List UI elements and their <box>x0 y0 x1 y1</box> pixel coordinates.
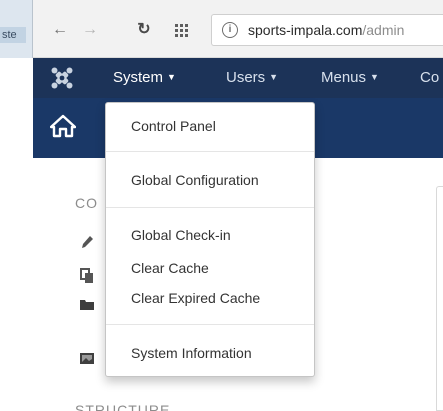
menu-divider <box>106 151 314 152</box>
url-domain: sports-impala.com <box>248 22 363 38</box>
folder-icon[interactable] <box>80 296 94 312</box>
menu-item-clear-expired-cache[interactable]: Clear Expired Cache <box>106 288 314 308</box>
address-bar[interactable]: i sports-impala.com /admin <box>211 14 443 46</box>
info-icon[interactable]: i <box>222 22 238 38</box>
menu-divider <box>106 324 314 325</box>
caret-down-icon: ▼ <box>269 72 279 82</box>
apps-grid-icon <box>174 23 188 37</box>
menu-users[interactable]: Users ▼ <box>226 58 278 98</box>
sidebar-heading-structure: STRUCTURE <box>75 402 171 411</box>
forward-button[interactable]: → <box>80 20 100 40</box>
reload-icon: ↻ <box>137 21 151 38</box>
admin-nav-bar: System ▼ Users ▼ Menus ▼ Co <box>33 58 443 98</box>
menu-divider <box>106 207 314 208</box>
menu-users-label: Users <box>226 69 266 86</box>
back-button[interactable]: ← <box>50 20 70 40</box>
content-panel <box>436 186 443 411</box>
url-path: /admin <box>362 22 405 38</box>
apps-button[interactable] <box>171 20 191 40</box>
menu-item-clear-cache[interactable]: Clear Cache <box>106 258 314 278</box>
sidebar-heading-content: CO <box>75 195 98 211</box>
copy-icon[interactable] <box>80 268 94 284</box>
menu-system-label: System <box>113 69 164 86</box>
menu-item-global-check-in[interactable]: Global Check-in <box>106 225 314 245</box>
caret-down-icon: ▼ <box>370 72 379 82</box>
menu-item-global-configuration[interactable]: Global Configuration <box>106 170 314 190</box>
menu-menus[interactable]: Menus ▼ <box>321 58 379 98</box>
menu-item-system-information[interactable]: System Information <box>106 343 314 363</box>
joomla-logo-icon[interactable] <box>50 66 74 90</box>
menu-system[interactable]: System ▼ <box>113 58 176 98</box>
menu-item-control-panel[interactable]: Control Panel <box>106 116 314 136</box>
menu-components-label: Co <box>420 69 440 86</box>
arrow-left-icon: ← <box>52 21 68 38</box>
menu-menus-label: Menus <box>321 69 367 86</box>
browser-toolbar: ← → ↻ i sports-impala.com /admin <box>33 0 443 58</box>
arrow-right-icon: → <box>82 21 98 38</box>
reload-button[interactable]: ↻ <box>134 20 154 40</box>
home-icon[interactable] <box>50 114 76 138</box>
adjacent-window-strip: ste <box>0 0 33 58</box>
adjacent-tab-fragment: ste <box>0 27 26 43</box>
pencil-icon[interactable] <box>80 234 94 250</box>
menu-components[interactable]: Co <box>420 58 439 98</box>
system-dropdown-menu: Control Panel Global Configuration Globa… <box>105 102 315 377</box>
image-icon[interactable] <box>80 350 94 366</box>
caret-down-icon: ▼ <box>167 72 176 82</box>
